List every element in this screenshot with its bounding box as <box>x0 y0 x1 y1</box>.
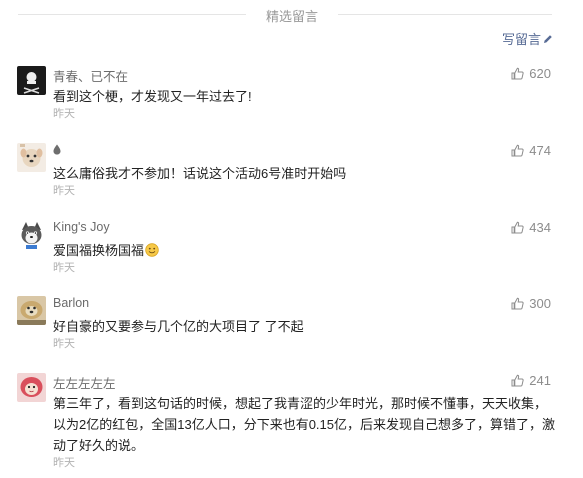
avatar[interactable] <box>17 296 46 325</box>
comment-text: 爱国福换杨国福 <box>53 240 553 261</box>
like-count: 241 <box>529 373 551 388</box>
comment-text: 看到这个梗，才发现又一年过去了! <box>53 89 252 104</box>
avatar[interactable] <box>17 66 46 95</box>
avatar[interactable] <box>17 143 46 172</box>
nickname: Barlon <box>53 296 90 310</box>
avatar[interactable] <box>17 220 46 249</box>
comment-text-line: 动了好久的说。 <box>53 438 145 453</box>
comment-item: King's Joy 爱国福换杨国福 昨天 434 <box>17 220 553 274</box>
comments-page: 精选留言 写留言 青春、已不在 看到这个梗，才发现又一年过去了! 昨天 620 <box>0 0 583 478</box>
divider-left <box>18 14 246 15</box>
nickname <box>53 143 61 157</box>
comment-text-line: 以为2亿的红包，全国13亿人口，分下来也有0.15亿，后来发现自己想多了，算错了… <box>53 417 555 432</box>
nickname: 青春、已不在 <box>53 70 129 84</box>
section-header: 精选留言 <box>0 4 583 24</box>
smile-emoji-icon <box>145 243 159 257</box>
divider-right <box>338 14 552 15</box>
write-comment-button[interactable]: 写留言 <box>502 29 553 48</box>
write-comment-label: 写留言 <box>501 32 541 47</box>
thumbs-up-icon <box>511 297 524 310</box>
like-count: 434 <box>529 220 551 235</box>
comment-text-body: 爱国福换杨国福 <box>53 243 145 258</box>
nickname: 左左左左左 <box>53 377 116 391</box>
like-count: 300 <box>529 296 551 311</box>
nickname: King's Joy <box>53 220 110 234</box>
thumbs-up-icon <box>511 374 524 387</box>
comment-item: 青春、已不在 看到这个梗，才发现又一年过去了! 昨天 620 <box>17 66 553 120</box>
comment-text: 这么庸俗我才不参加！话说这个活动6号准时开始吗 <box>53 166 347 181</box>
comment-time: 昨天 <box>53 338 75 350</box>
like-button[interactable]: 300 <box>511 296 551 311</box>
comment-text: 第三年了，看到这句话的时候，想起了我青涩的少年时光，那时候不懂事，天天收集， 以… <box>53 393 555 456</box>
comment-item: 这么庸俗我才不参加！话说这个活动6号准时开始吗 昨天 474 <box>17 143 553 197</box>
comment-time: 昨天 <box>53 185 75 197</box>
like-count: 474 <box>529 143 551 158</box>
droplet-icon <box>53 144 61 155</box>
like-count: 620 <box>529 66 551 81</box>
comment-time: 昨天 <box>53 108 75 120</box>
avatar[interactable] <box>17 373 46 402</box>
comment-item: Barlon 好自豪的又要参与几个亿的大项目了 了不起 昨天 300 <box>17 296 553 350</box>
thumbs-up-icon <box>511 221 524 234</box>
thumbs-up-icon <box>511 67 524 80</box>
like-button[interactable]: 474 <box>511 143 551 158</box>
like-button[interactable]: 620 <box>511 66 551 81</box>
comment-item: 左左左左左 第三年了，看到这句话的时候，想起了我青涩的少年时光，那时候不懂事，天… <box>17 373 555 469</box>
like-button[interactable]: 241 <box>511 373 551 388</box>
comment-text: 好自豪的又要参与几个亿的大项目了 了不起 <box>53 319 304 334</box>
comment-time: 昨天 <box>53 262 75 274</box>
thumbs-up-icon <box>511 144 524 157</box>
comment-text-line: 第三年了，看到这句话的时候，想起了我青涩的少年时光，那时候不懂事，天天收集， <box>53 396 548 411</box>
like-button[interactable]: 434 <box>511 220 551 235</box>
comment-time: 昨天 <box>53 457 75 469</box>
pencil-icon <box>544 34 552 43</box>
section-title: 精选留言 <box>265 9 318 24</box>
